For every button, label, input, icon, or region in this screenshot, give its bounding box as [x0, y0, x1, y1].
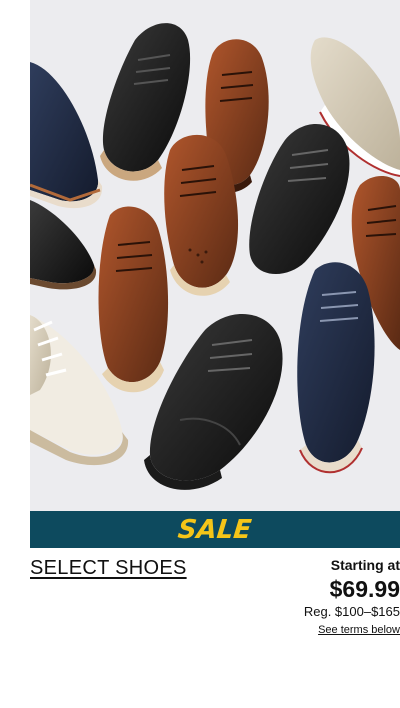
starting-at-label: Starting at: [330, 557, 400, 573]
select-shoes-link[interactable]: SELECT SHOES: [30, 557, 187, 580]
regular-price: Reg. $100–$165: [303, 604, 400, 619]
black-brogue-left: [30, 200, 97, 290]
sale-banner[interactable]: SALE: [30, 511, 400, 548]
sale-price: $69.99: [329, 576, 400, 602]
hero-image-shoes[interactable]: [30, 0, 400, 511]
navy-knit-oxford: [297, 262, 375, 474]
brown-wingtip-center: [164, 134, 239, 296]
black-derby-right: [249, 123, 350, 275]
shoes-photo: [30, 23, 400, 490]
price-block: Starting at $69.99 Reg. $100–$165 See te…: [304, 557, 400, 638]
see-terms-link[interactable]: See terms below: [318, 624, 400, 636]
brown-plaintoe-lower: [98, 206, 169, 393]
promo-card[interactable]: SALE SELECT SHOES Starting at $69.99 Reg…: [30, 0, 400, 708]
sale-banner-label: SALE: [176, 514, 254, 545]
navy-sneaker-left: [30, 62, 103, 209]
